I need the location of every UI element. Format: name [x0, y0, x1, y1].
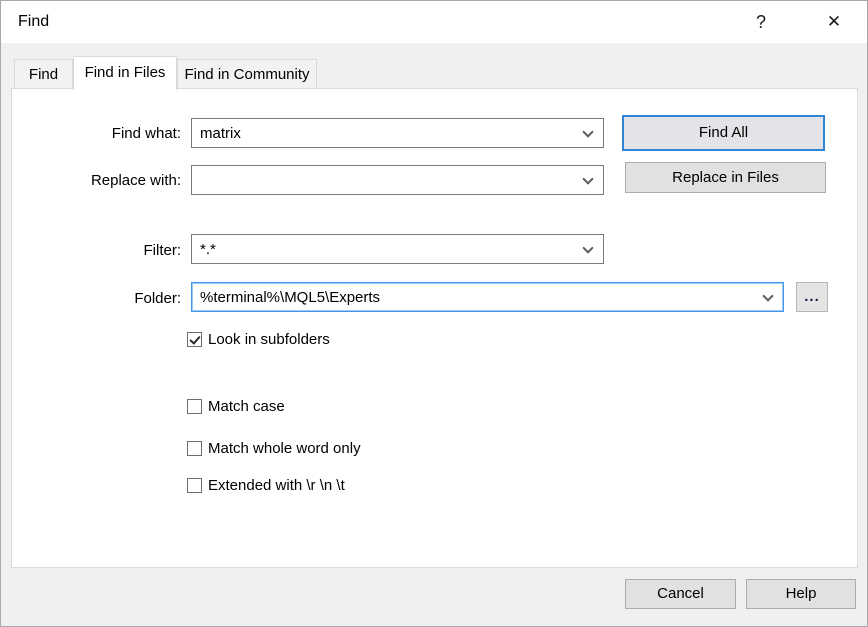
filter-input[interactable]	[193, 236, 574, 262]
tab-find-in-community[interactable]: Find in Community	[177, 59, 317, 89]
titlebar: Find ? ✕	[1, 1, 867, 43]
ellipsis-icon: ...	[804, 288, 820, 305]
folder-combobox[interactable]	[191, 282, 784, 312]
match-whole-word-label[interactable]: Match whole word only	[208, 440, 361, 458]
folder-input[interactable]	[193, 284, 754, 310]
extended-chars-checkbox[interactable]	[187, 478, 202, 493]
folder-label: Folder:	[1, 289, 181, 308]
question-mark-icon: ?	[756, 12, 766, 32]
browse-folder-button[interactable]: ...	[796, 282, 828, 312]
filter-combobox[interactable]	[191, 234, 604, 264]
replace-with-dropdown-button[interactable]	[575, 166, 603, 194]
find-all-button[interactable]: Find All	[622, 115, 825, 151]
look-in-subfolders-checkbox[interactable]	[187, 332, 202, 347]
replace-with-label: Replace with:	[1, 171, 181, 190]
find-in-files-panel	[11, 88, 858, 568]
filter-label: Filter:	[1, 241, 181, 260]
chevron-down-icon	[582, 173, 593, 184]
match-whole-word-checkbox[interactable]	[187, 441, 202, 456]
look-in-subfolders-label[interactable]: Look in subfolders	[208, 331, 330, 349]
chevron-down-icon	[762, 290, 773, 301]
window-close-button[interactable]: ✕	[805, 1, 863, 43]
find-what-label: Find what:	[1, 124, 181, 143]
find-what-input[interactable]	[193, 120, 574, 146]
window-title: Find	[18, 1, 49, 43]
folder-dropdown-button[interactable]	[755, 283, 783, 311]
filter-dropdown-button[interactable]	[575, 235, 603, 263]
replace-in-files-button[interactable]: Replace in Files	[625, 162, 826, 193]
help-button[interactable]: Help	[746, 579, 856, 609]
tab-find-in-community-label: Find in Community	[184, 66, 309, 83]
match-case-checkbox[interactable]	[187, 399, 202, 414]
find-dialog: Find ? ✕ Find Find in Files Find in Comm…	[0, 0, 868, 627]
tab-find[interactable]: Find	[14, 59, 73, 89]
close-icon: ✕	[827, 12, 841, 31]
tab-find-in-files[interactable]: Find in Files	[73, 56, 177, 90]
replace-with-input[interactable]	[193, 167, 574, 193]
match-case-label[interactable]: Match case	[208, 398, 285, 416]
find-what-dropdown-button[interactable]	[575, 119, 603, 147]
cancel-button[interactable]: Cancel	[625, 579, 736, 609]
extended-chars-label[interactable]: Extended with \r \n \t	[208, 477, 345, 495]
window-help-button[interactable]: ?	[737, 1, 785, 43]
tab-find-in-files-label: Find in Files	[85, 64, 166, 81]
chevron-down-icon	[582, 242, 593, 253]
chevron-down-icon	[582, 126, 593, 137]
find-what-combobox[interactable]	[191, 118, 604, 148]
tab-find-label: Find	[29, 66, 58, 83]
replace-with-combobox[interactable]	[191, 165, 604, 195]
